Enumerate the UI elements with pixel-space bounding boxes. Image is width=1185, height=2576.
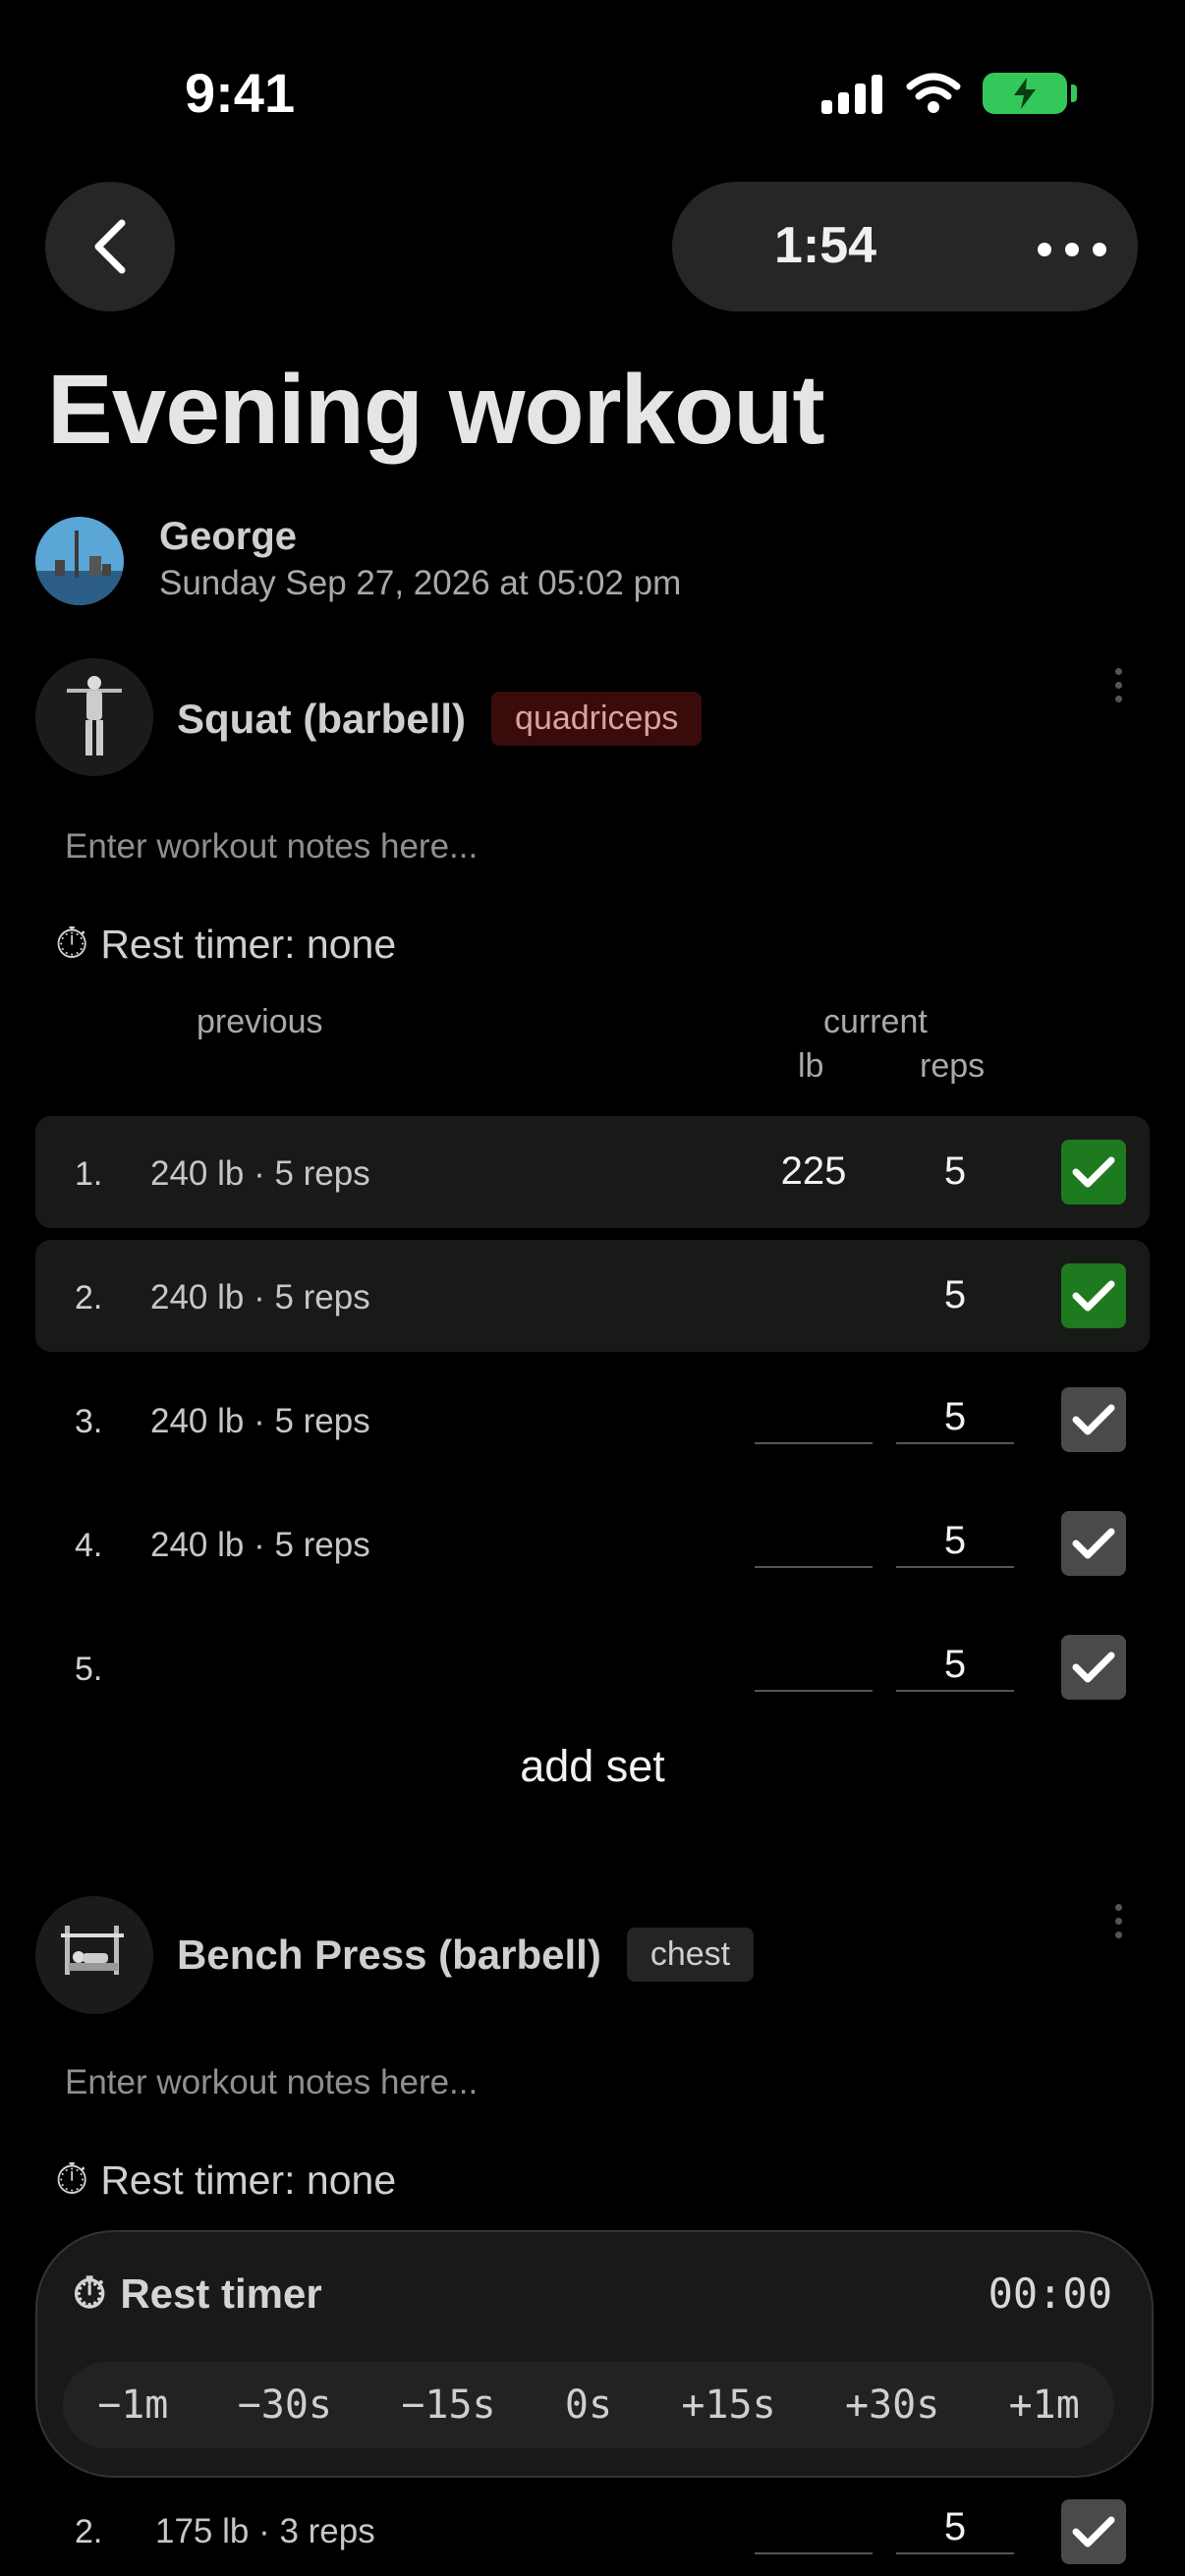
page-title[interactable]: Evening workout [47,354,825,467]
previous-value[interactable]: 240 lb · 5 reps [150,1402,370,1441]
workout-date: Sunday Sep 27, 2026 at 05:02 pm [159,564,682,602]
squat-figure-icon [67,676,122,756]
rest-timer-label: Rest timer: none [100,921,397,967]
set-number: 1. [75,1155,103,1193]
adjust-plus-1m-button[interactable]: +1m [1009,2382,1080,2428]
weight-input[interactable] [755,1643,873,1692]
muscle-tag: quadriceps [491,692,703,746]
notes-input[interactable]: Enter workout notes here... [65,827,478,867]
previous-value[interactable]: 175 lb · 3 reps [155,2512,375,2551]
weight-input[interactable] [755,1519,873,1568]
set-complete-checkbox[interactable] [1061,2499,1126,2564]
set-complete-checkbox[interactable] [1061,1511,1126,1576]
previous-value[interactable]: 240 lb · 5 reps [150,1526,370,1565]
set-complete-checkbox[interactable] [1061,1387,1126,1452]
checkmark-icon [1072,1280,1115,1312]
workout-timer[interactable]: 1:54 [774,216,876,275]
wifi-icon [906,73,961,113]
exercise-thumbnail[interactable] [35,658,153,776]
bench-press-figure-icon [61,1926,124,1975]
exercise-name[interactable]: Bench Press (barbell) [177,1932,601,1979]
chevron-left-icon [94,219,126,274]
checkmark-icon [1072,1652,1115,1683]
adjust-plus-15s-button[interactable]: +15s [681,2382,775,2428]
exercise-header: Bench Press (barbell) chest [177,1928,755,1982]
adjust-plus-30s-button[interactable]: +30s [845,2382,939,2428]
status-icons [821,73,1077,114]
weight-input[interactable] [755,1395,873,1444]
rest-timer-title-text: Rest timer [120,2270,322,2317]
adjust-minus-30s-button[interactable]: −30s [238,2382,332,2428]
set-complete-checkbox[interactable] [1061,1140,1126,1204]
adjust-0s-button[interactable]: 0s [565,2382,612,2428]
notes-input[interactable]: Enter workout notes here... [65,2063,478,2102]
user-name: George [159,515,298,558]
previous-value[interactable]: 240 lb · 5 reps [150,1278,370,1317]
set-complete-checkbox[interactable] [1061,1635,1126,1700]
adjust-minus-1m-button[interactable]: −1m [97,2382,168,2428]
rest-timer-label: Rest timer: none [100,2156,397,2203]
weight-input[interactable]: 225 [755,1149,873,1194]
exercise-menu-icon[interactable] [1115,1904,1123,1938]
reps-input[interactable]: 5 [896,1273,1014,1317]
reps-input[interactable]: 5 [896,1149,1014,1194]
back-button[interactable] [45,182,175,311]
rest-timer-adjust-bar: −1m −30s −15s 0s +15s +30s +1m [63,2362,1114,2448]
set-complete-checkbox[interactable] [1061,1263,1126,1328]
exercise-name[interactable]: Squat (barbell) [177,696,466,743]
checkmark-icon [1072,1404,1115,1435]
weight-input[interactable] [755,2505,873,2554]
column-previous: previous [197,1003,323,1040]
muscle-tag: chest [626,1928,755,1982]
reps-input[interactable]: 5 [896,1519,1014,1568]
avatar [35,517,124,605]
checkmark-icon [1072,1528,1115,1559]
column-reps: reps [920,1047,986,1085]
adjust-minus-15s-button[interactable]: −15s [401,2382,495,2428]
stopwatch-icon: ⏱ [55,920,89,968]
set-number: 2. [75,2513,103,2550]
more-options-icon[interactable] [1038,243,1106,256]
checkmark-icon [1072,2516,1115,2548]
column-current: current [823,1003,928,1040]
rest-timer-title: ⏱ Rest timer [73,2269,322,2319]
set-number: 4. [75,1527,103,1564]
set-number: 3. [75,1403,103,1440]
status-time: 9:41 [185,62,296,124]
reps-input[interactable]: 5 [896,1643,1014,1692]
add-set-button[interactable]: add set [0,1741,1185,1792]
checkmark-icon [1072,1156,1115,1188]
previous-value[interactable]: 240 lb · 5 reps [150,1154,370,1194]
exercise-menu-icon[interactable] [1115,668,1123,702]
stopwatch-icon: ⏱ [55,2156,89,2204]
set-number: 5. [75,1651,103,1688]
battery-icon [983,73,1077,114]
column-lb: lb [798,1047,824,1085]
reps-input[interactable]: 5 [896,1395,1014,1444]
exercise-thumbnail[interactable] [35,1896,153,2014]
reps-input[interactable]: 5 [896,2505,1014,2554]
rest-timer-countdown: 00:00 [988,2269,1112,2318]
stopwatch-icon: ⏱ [73,2269,107,2318]
set-number: 2. [75,1279,103,1316]
rest-timer-setting[interactable]: ⏱ Rest timer: none [55,920,396,969]
signal-icon [821,75,882,114]
rest-timer-setting[interactable]: ⏱ Rest timer: none [55,2156,396,2205]
exercise-header: Squat (barbell) quadriceps [177,692,703,746]
